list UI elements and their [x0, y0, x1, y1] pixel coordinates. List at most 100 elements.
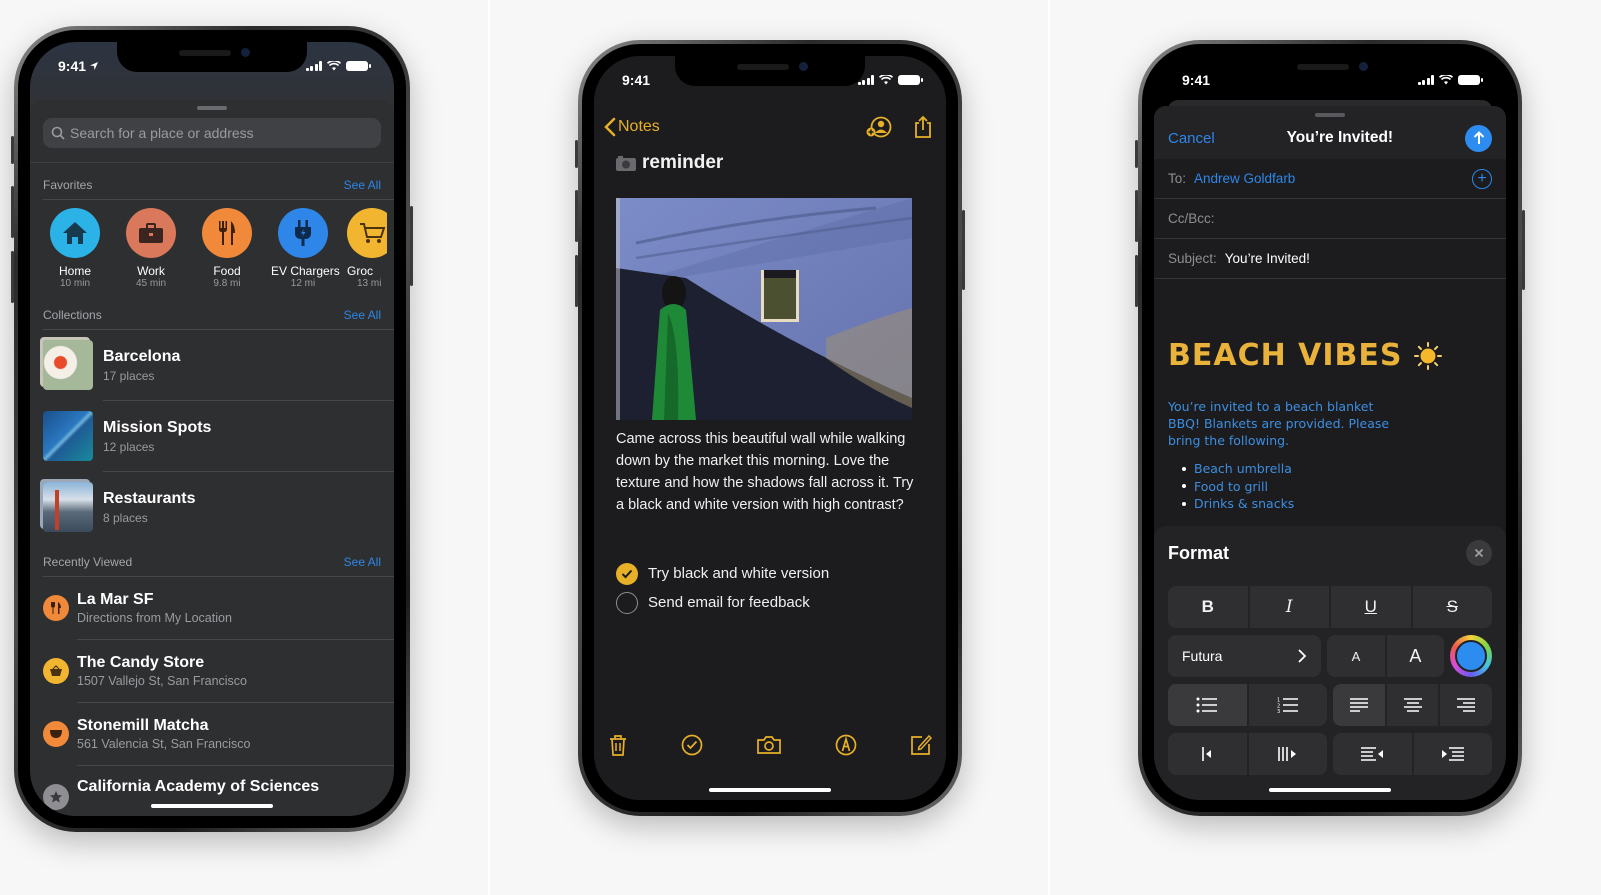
- format-panel: Format B I U S Futura A A 1 2 3: [1154, 526, 1506, 800]
- battery-icon: [898, 75, 923, 85]
- svg-text:3: 3: [1277, 709, 1280, 713]
- note-body-text[interactable]: Came across this beautiful wall while wa…: [616, 428, 916, 516]
- collection-thumbnail: [43, 411, 93, 461]
- collection-item[interactable]: Mission Spots 12 places: [30, 401, 394, 471]
- empty-circle-icon[interactable]: [616, 591, 638, 614]
- strikethrough-button[interactable]: S: [1412, 586, 1492, 628]
- align-left-button[interactable]: [1333, 684, 1385, 726]
- share-icon[interactable]: [914, 115, 932, 139]
- bold-button[interactable]: B: [1168, 586, 1248, 628]
- font-picker-button[interactable]: Futura: [1168, 635, 1322, 677]
- cc-bcc-field[interactable]: Cc/Bcc:: [1154, 199, 1506, 239]
- notes-screen: 9:41 Notes reminder Came across this bea…: [594, 56, 946, 800]
- recent-item[interactable]: California Academy of Sciences: [30, 766, 394, 816]
- favorite-work[interactable]: Work 45 min: [119, 208, 183, 289]
- subject-value[interactable]: You’re Invited!: [1225, 251, 1310, 266]
- search-icon: [51, 126, 65, 140]
- font-name: Futura: [1182, 648, 1223, 664]
- decrease-font-size-button[interactable]: A: [1327, 635, 1385, 677]
- bullet-item[interactable]: Drinks & snacks: [1182, 495, 1294, 513]
- bullet-item[interactable]: Beach umbrella: [1182, 460, 1294, 478]
- increase-quote-icon: [1277, 747, 1296, 761]
- recently-viewed-title: Recently Viewed: [43, 555, 133, 569]
- underline-button[interactable]: U: [1331, 586, 1411, 628]
- back-button[interactable]: Notes: [604, 117, 660, 137]
- note-title: reminder: [616, 152, 723, 174]
- favorites-header: Favorites See All: [30, 175, 394, 195]
- collections-see-all-link[interactable]: See All: [344, 308, 381, 322]
- notch: [675, 56, 865, 86]
- status-time: 9:41: [1182, 72, 1211, 88]
- align-left-icon: [1349, 698, 1368, 712]
- format-title: Format: [1168, 542, 1230, 563]
- bulleted-list-button[interactable]: [1168, 684, 1247, 726]
- outdent-button[interactable]: [1333, 733, 1412, 775]
- bullet-item[interactable]: Food to grill: [1182, 478, 1294, 496]
- wifi-icon: [1439, 75, 1453, 85]
- search-input[interactable]: Search for a place or address: [43, 118, 381, 148]
- favorite-food[interactable]: Food 9.8 mi: [195, 208, 259, 289]
- phone-mail: 9:41 Cancel You’re Invited! To: Andrew G…: [1135, 40, 1525, 816]
- to-field[interactable]: To: Andrew Goldfarb +: [1154, 159, 1506, 199]
- favorite-ev-chargers[interactable]: EV Chargers 12 mi: [271, 208, 340, 289]
- indent-button[interactable]: [1413, 733, 1492, 775]
- notch: [1235, 56, 1425, 86]
- markup-pen-icon[interactable]: [835, 734, 857, 756]
- checkmark-circle-filled-icon[interactable]: [616, 562, 638, 585]
- collection-item[interactable]: Barcelona 17 places: [30, 330, 394, 400]
- collections-title: Collections: [43, 308, 102, 322]
- add-contact-icon[interactable]: +: [1472, 168, 1492, 189]
- recent-item[interactable]: La Mar SF Directions from My Location: [30, 577, 394, 639]
- selected-color-swatch: [1455, 640, 1487, 672]
- increase-quote-level-button[interactable]: [1248, 733, 1327, 775]
- house-icon: [50, 208, 100, 258]
- email-body-text[interactable]: You’re invited to a beach blanket BBQ! B…: [1168, 398, 1408, 449]
- favorites-list: Home 10 min Work 45 min Food 9.8 mi EV C…: [30, 200, 394, 289]
- subject-field[interactable]: Subject: You’re Invited!: [1154, 239, 1506, 279]
- chevron-right-icon: [1298, 649, 1307, 663]
- collections-header: Collections See All: [30, 305, 394, 325]
- recently-viewed-header: Recently Viewed See All: [30, 552, 394, 572]
- recent-item[interactable]: Stonemill Matcha 561 Valencia St, San Fr…: [30, 703, 394, 765]
- email-headline[interactable]: BEACH VIBES: [1168, 338, 1443, 373]
- align-center-button[interactable]: [1386, 684, 1439, 726]
- cart-icon: [347, 208, 387, 258]
- numbered-list-button[interactable]: 123: [1248, 684, 1327, 726]
- text-style-segment: B I U S: [1168, 586, 1492, 628]
- fork-knife-icon: [43, 595, 69, 621]
- camera-icon[interactable]: [756, 735, 782, 755]
- plug-icon: [278, 208, 328, 258]
- wall-photo-image: [616, 198, 912, 420]
- increase-font-size-button[interactable]: A: [1386, 635, 1444, 677]
- to-label: To:: [1168, 171, 1187, 186]
- favorites-see-all-link[interactable]: See All: [344, 178, 381, 192]
- sheet-grabber[interactable]: [197, 106, 227, 110]
- note-photo[interactable]: [616, 198, 912, 420]
- recent-item[interactable]: The Candy Store 1507 Vallejo St, San Fra…: [30, 640, 394, 702]
- collection-item[interactable]: Restaurants 8 places: [30, 472, 394, 542]
- recently-viewed-see-all-link[interactable]: See All: [344, 555, 381, 569]
- checklist-item[interactable]: Send email for feedback: [616, 588, 829, 617]
- compose-header: Cancel You’re Invited!: [1154, 117, 1506, 159]
- cancel-button[interactable]: Cancel: [1168, 130, 1215, 147]
- favorite-home[interactable]: Home 10 min: [43, 208, 107, 289]
- compose-icon[interactable]: [910, 734, 932, 756]
- add-people-icon[interactable]: [866, 116, 892, 138]
- trash-icon[interactable]: [608, 734, 628, 756]
- alignment-segment: [1333, 684, 1492, 726]
- send-button[interactable]: [1465, 124, 1492, 152]
- text-color-picker[interactable]: [1450, 635, 1492, 677]
- signal-icon: [305, 61, 322, 71]
- compose-sheet: Cancel You’re Invited! To: Andrew Goldfa…: [1154, 106, 1506, 800]
- close-format-button[interactable]: [1466, 540, 1492, 566]
- subject-label: Subject:: [1168, 251, 1217, 266]
- italic-button[interactable]: I: [1249, 586, 1329, 628]
- favorite-groceries[interactable]: Groc 13 mi: [347, 208, 387, 289]
- recipient-token[interactable]: Andrew Goldfarb: [1194, 171, 1295, 186]
- home-indicator: [1269, 788, 1391, 792]
- decrease-quote-level-button[interactable]: [1168, 733, 1247, 775]
- align-right-button[interactable]: [1440, 684, 1492, 726]
- checklist-icon[interactable]: [681, 734, 703, 756]
- home-indicator: [151, 804, 273, 808]
- checklist-item[interactable]: Try black and white version: [616, 559, 829, 588]
